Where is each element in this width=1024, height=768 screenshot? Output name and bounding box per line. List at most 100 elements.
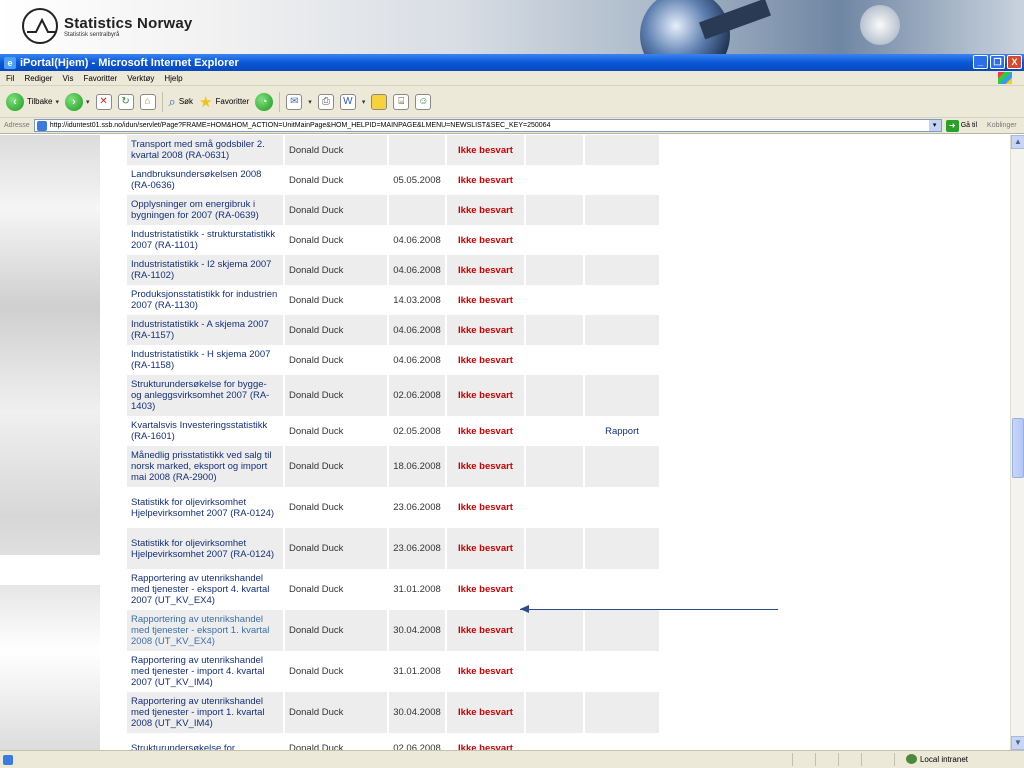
report-link xyxy=(584,610,661,651)
deadline-date-cell: 31.01.2008 xyxy=(388,651,447,692)
table-row: Industristatistikk - strukturstatistikk … xyxy=(127,225,661,255)
folder-icon[interactable] xyxy=(371,93,388,110)
survey-name-link[interactable]: Rapportering av utenrikshandel med tjene… xyxy=(127,651,285,692)
deadline-date-cell: 05.05.2008 xyxy=(388,165,447,195)
status-cell: Ikke besvart xyxy=(446,692,526,733)
survey-name-link[interactable]: Opplysninger om energibruk i bygningen f… xyxy=(127,195,285,225)
survey-name-link[interactable]: Industristatistikk - I2 skjema 2007 (RA-… xyxy=(127,255,285,285)
forward-button[interactable]: › ▾ xyxy=(65,92,90,111)
go-button[interactable]: ➜ Gå til xyxy=(945,119,977,132)
report-link xyxy=(584,285,661,315)
report-link xyxy=(584,345,661,375)
zone-label: Local intranet xyxy=(919,754,968,764)
security-zone: Local intranet xyxy=(905,754,968,764)
survey-name-link[interactable]: Kvartalsvis Investeringsstatistikk (RA-1… xyxy=(127,416,285,446)
dropdown-caret-icon[interactable]: ▾ xyxy=(56,98,60,106)
menu-hjelp[interactable]: Hjelp xyxy=(164,74,182,83)
menu-verktoy[interactable]: Verktøy xyxy=(127,74,154,83)
home-icon[interactable]: ⌂ xyxy=(139,93,156,110)
menu-rediger[interactable]: Rediger xyxy=(24,74,52,83)
mail-icon[interactable]: ✉ xyxy=(286,93,303,110)
search-icon: ⌕ xyxy=(168,93,176,109)
survey-name-link[interactable]: Strukturundersøkelse for bygge- og anleg… xyxy=(127,375,285,416)
history-icon[interactable]: ◔ xyxy=(255,92,274,111)
empty-cell xyxy=(525,255,585,285)
status-cell: Ikke besvart xyxy=(446,315,526,345)
report-link xyxy=(584,165,661,195)
respondent-cell: Donald Duck xyxy=(284,195,389,225)
deadline-date-cell: 02.06.2008 xyxy=(388,733,447,750)
word-edit-icon[interactable]: W xyxy=(339,93,356,110)
close-button[interactable]: X xyxy=(1007,55,1022,69)
left-decoration xyxy=(0,135,100,750)
scroll-up-icon[interactable]: ▲ xyxy=(1011,135,1024,149)
menu-favoritter[interactable]: Favoritter xyxy=(83,74,117,83)
survey-name-link[interactable]: Industristatistikk - strukturstatistikk … xyxy=(127,225,285,255)
print-icon[interactable]: ⎙ xyxy=(317,93,334,110)
left-decoration-lower xyxy=(0,585,100,750)
messenger-icon[interactable]: ☺ xyxy=(415,93,432,110)
survey-name-link[interactable]: Månedlig prisstatistikk ved salg til nor… xyxy=(127,446,285,487)
deadline-date-cell: 23.06.2008 xyxy=(388,528,447,569)
survey-name-link[interactable]: Statistikk for oljevirksomhet Hjelpevirk… xyxy=(127,487,285,528)
report-link xyxy=(584,315,661,345)
report-link xyxy=(584,733,661,750)
deadline-date-cell: 23.06.2008 xyxy=(388,487,447,528)
page-icon xyxy=(36,120,47,131)
survey-name-link[interactable]: Industristatistikk - H skjema 2007 (RA-1… xyxy=(127,345,285,375)
survey-name-link[interactable]: Rapportering av utenrikshandel med tjene… xyxy=(127,610,285,651)
survey-name-link[interactable]: Produksjonsstatistikk for industrien 200… xyxy=(127,285,285,315)
research-icon[interactable]: ⌸ xyxy=(393,93,410,110)
refresh-icon[interactable]: ↻ xyxy=(117,93,134,110)
banner-decoration xyxy=(860,5,900,45)
status-cell: Ikke besvart xyxy=(446,345,526,375)
report-link[interactable]: Rapport xyxy=(584,416,661,446)
report-link xyxy=(584,446,661,487)
survey-name-link[interactable]: Strukturundersøkelse for xyxy=(127,733,285,750)
dropdown-caret-icon[interactable]: ▾ xyxy=(308,98,312,106)
vertical-scrollbar[interactable]: ▲ ▼ xyxy=(1010,135,1024,750)
empty-cell xyxy=(525,375,585,416)
annotation-arrow xyxy=(520,609,778,610)
survey-name-link[interactable]: Statistikk for oljevirksomhet Hjelpevirk… xyxy=(127,528,285,569)
menu-fil[interactable]: Fil xyxy=(6,74,14,83)
search-button[interactable]: ⌕ Søk xyxy=(169,94,194,110)
status-cell: Ikke besvart xyxy=(446,446,526,487)
address-dropdown-icon[interactable]: ▾ xyxy=(928,120,941,131)
back-button[interactable]: ‹ Tilbake ▾ xyxy=(6,92,60,111)
dropdown-caret-icon[interactable]: ▾ xyxy=(86,98,90,106)
links-button[interactable]: Koblinger xyxy=(987,122,1017,129)
minimize-button[interactable]: _ xyxy=(973,55,988,69)
scroll-down-icon[interactable]: ▼ xyxy=(1011,736,1024,750)
survey-name-link[interactable]: Landbruksundersøkelsen 2008 (RA-0636) xyxy=(127,165,285,195)
status-divider xyxy=(894,753,895,766)
respondent-cell: Donald Duck xyxy=(284,165,389,195)
window-titlebar[interactable]: e iPortal(Hjem) - Microsoft Internet Exp… xyxy=(0,54,1024,71)
address-input[interactable]: http://iduntest01.ssb.no/idun/servlet/Pa… xyxy=(33,119,942,132)
windows-flag-icon xyxy=(998,72,1012,84)
respondent-cell: Donald Duck xyxy=(284,255,389,285)
favorites-button[interactable]: ★ Favoritter xyxy=(199,93,249,111)
respondent-cell: Donald Duck xyxy=(284,345,389,375)
survey-name-link[interactable]: Rapportering av utenrikshandel med tjene… xyxy=(127,692,285,733)
table-row: Kvartalsvis Investeringsstatistikk (RA-1… xyxy=(127,416,661,446)
stop-icon[interactable]: ✕ xyxy=(95,93,112,110)
ssb-logo[interactable]: Statistics Norway Statistisk sentralbyrå xyxy=(22,8,192,44)
empty-cell xyxy=(525,345,585,375)
status-divider xyxy=(792,753,793,766)
toolbar-separator xyxy=(161,91,163,112)
survey-name-link[interactable]: Transport med små godsbiler 2. kvartal 2… xyxy=(127,135,285,165)
scrollbar-thumb[interactable] xyxy=(1012,418,1024,478)
dropdown-caret-icon[interactable]: ▾ xyxy=(362,98,366,106)
report-link xyxy=(584,569,661,610)
respondent-cell: Donald Duck xyxy=(284,375,389,416)
status-divider xyxy=(838,753,839,766)
status-cell: Ikke besvart xyxy=(446,487,526,528)
menu-vis[interactable]: Vis xyxy=(62,74,73,83)
status-cell: Ikke besvart xyxy=(446,528,526,569)
restore-button[interactable]: ❐ xyxy=(990,55,1005,69)
survey-name-link[interactable]: Rapportering av utenrikshandel med tjene… xyxy=(127,569,285,610)
respondent-cell: Donald Duck xyxy=(284,487,389,528)
survey-name-link[interactable]: Industristatistikk - A skjema 2007 (RA-1… xyxy=(127,315,285,345)
empty-cell xyxy=(525,285,585,315)
